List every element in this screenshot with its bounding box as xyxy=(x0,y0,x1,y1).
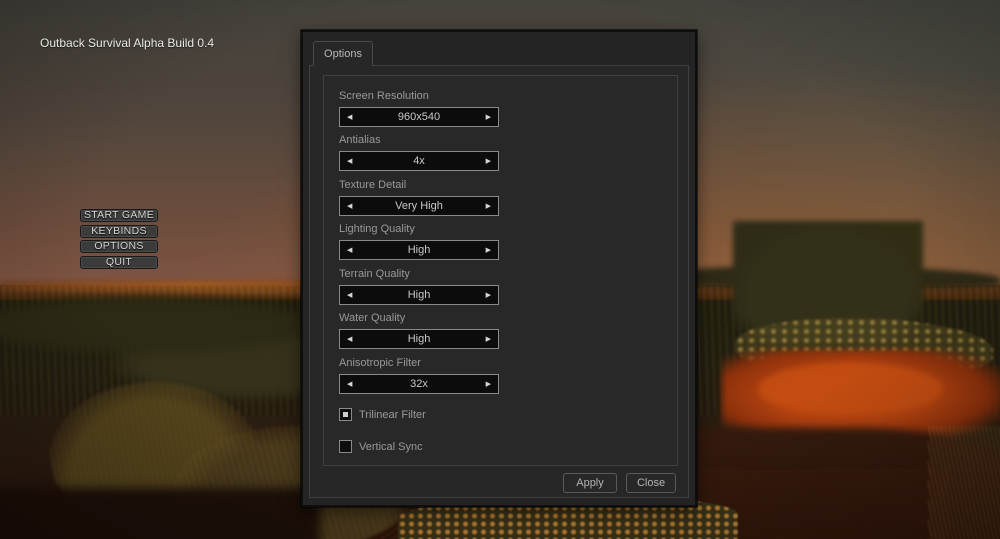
game-screen: Outback Survival Alpha Build 0.4 START G… xyxy=(0,0,1000,539)
setting-label: Screen Resolution xyxy=(339,90,499,103)
options-dialog: Options Screen Resolution ◀ 960x540 ▶ An… xyxy=(301,30,697,507)
screen-resolution-selector[interactable]: ◀ 960x540 ▶ xyxy=(339,107,499,127)
trilinear-filter-option[interactable]: Trilinear Filter xyxy=(339,408,426,421)
selector-value: High xyxy=(340,289,498,301)
setting-label: Texture Detail xyxy=(339,179,499,192)
light-foliage xyxy=(735,318,993,376)
dark-corner xyxy=(0,488,320,539)
texture-detail-selector[interactable]: ◀ Very High ▶ xyxy=(339,196,499,216)
chevron-left-icon[interactable]: ◀ xyxy=(347,247,352,254)
apply-button[interactable]: Apply xyxy=(563,473,617,493)
checkbox-label: Vertical Sync xyxy=(359,441,423,453)
grass-wisps xyxy=(928,426,1000,539)
setting-label: Terrain Quality xyxy=(339,268,499,281)
setting-terrain-quality: Terrain Quality ◀ High ▶ xyxy=(339,268,499,305)
grass-clump xyxy=(0,298,310,352)
setting-label: Antialias xyxy=(339,134,499,147)
chevron-left-icon[interactable]: ◀ xyxy=(347,158,352,165)
options-tab-page: Screen Resolution ◀ 960x540 ▶ Antialias … xyxy=(309,65,689,498)
chevron-right-icon[interactable]: ▶ xyxy=(486,247,491,254)
chevron-right-icon[interactable]: ▶ xyxy=(486,158,491,165)
selector-value: 32x xyxy=(340,378,498,390)
far-treeline xyxy=(660,266,1000,288)
close-button[interactable]: Close xyxy=(626,473,676,493)
trilinear-filter-checkbox[interactable] xyxy=(339,408,352,421)
setting-texture-detail: Texture Detail ◀ Very High ▶ xyxy=(339,179,499,216)
red-dirt-mound xyxy=(722,350,1000,448)
settings-group-box: Screen Resolution ◀ 960x540 ▶ Antialias … xyxy=(323,75,678,466)
setting-anisotropic-filter: Anisotropic Filter ◀ 32x ▶ xyxy=(339,357,499,394)
chevron-left-icon[interactable]: ◀ xyxy=(347,381,352,388)
grass-tussock xyxy=(50,382,260,532)
setting-label: Anisotropic Filter xyxy=(339,357,499,370)
setting-screen-resolution: Screen Resolution ◀ 960x540 ▶ xyxy=(339,90,499,127)
selector-value: 960x540 xyxy=(340,111,498,123)
main-menu: START GAME KEYBINDS OPTIONS QUIT xyxy=(80,209,158,271)
start-game-button[interactable]: START GAME xyxy=(80,209,158,222)
chevron-right-icon[interactable]: ▶ xyxy=(486,114,491,121)
terrain-quality-selector[interactable]: ◀ High ▶ xyxy=(339,285,499,305)
chevron-right-icon[interactable]: ▶ xyxy=(486,203,491,210)
options-button[interactable]: OPTIONS xyxy=(80,240,158,253)
chevron-left-icon[interactable]: ◀ xyxy=(347,336,352,343)
selector-value: Very High xyxy=(340,200,498,212)
chevron-left-icon[interactable]: ◀ xyxy=(347,203,352,210)
large-shrub xyxy=(733,221,923,343)
setting-label: Lighting Quality xyxy=(339,223,499,236)
chevron-right-icon[interactable]: ▶ xyxy=(486,336,491,343)
tab-options[interactable]: Options xyxy=(313,41,373,66)
chevron-right-icon[interactable]: ▶ xyxy=(486,292,491,299)
anisotropic-filter-selector[interactable]: ◀ 32x ▶ xyxy=(339,374,499,394)
selector-value: High xyxy=(340,244,498,256)
setting-water-quality: Water Quality ◀ High ▶ xyxy=(339,312,499,349)
vertical-sync-checkbox[interactable] xyxy=(339,440,352,453)
setting-lighting-quality: Lighting Quality ◀ High ▶ xyxy=(339,223,499,260)
antialias-selector[interactable]: ◀ 4x ▶ xyxy=(339,151,499,171)
vertical-sync-option[interactable]: Vertical Sync xyxy=(339,440,423,453)
water-quality-selector[interactable]: ◀ High ▶ xyxy=(339,329,499,349)
chevron-left-icon[interactable]: ◀ xyxy=(347,292,352,299)
keybinds-button[interactable]: KEYBINDS xyxy=(80,225,158,238)
setting-label: Water Quality xyxy=(339,312,499,325)
chevron-right-icon[interactable]: ▶ xyxy=(486,381,491,388)
quit-button[interactable]: QUIT xyxy=(80,256,158,269)
lighting-quality-selector[interactable]: ◀ High ▶ xyxy=(339,240,499,260)
red-dirt-highlight xyxy=(758,363,943,415)
game-title: Outback Survival Alpha Build 0.4 xyxy=(40,36,214,50)
chevron-left-icon[interactable]: ◀ xyxy=(347,114,352,121)
selector-value: High xyxy=(340,333,498,345)
checkbox-label: Trilinear Filter xyxy=(359,409,426,421)
setting-antialias: Antialias ◀ 4x ▶ xyxy=(339,134,499,171)
selector-value: 4x xyxy=(340,155,498,167)
